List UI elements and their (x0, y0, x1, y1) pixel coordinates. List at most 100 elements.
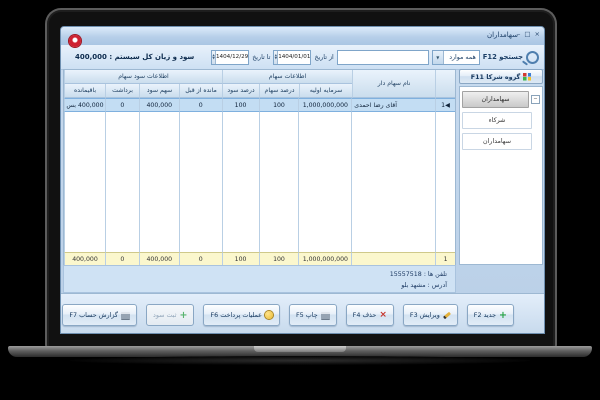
close-button[interactable]: × (535, 30, 540, 38)
filter-dropdown[interactable]: همه موارد ▼ (432, 50, 480, 65)
cell-remaining: 400,000 بس (64, 98, 105, 112)
button-label: جدید F2 (474, 311, 496, 319)
search-label: جستجو F12 (483, 53, 523, 61)
edit-button[interactable]: ویرایش F3 (403, 304, 458, 326)
row-indicator: ◀1 (435, 98, 455, 112)
cell-profit-percent: 100 (222, 98, 259, 112)
laptop-latch (254, 346, 346, 352)
search-input[interactable] (337, 50, 429, 65)
titlebar: سهامداران – □ × (61, 27, 544, 46)
column-header-name[interactable]: نام سهام دار (352, 70, 435, 98)
summary-initial-capital: 1,000,000,000 (298, 252, 351, 266)
tree-item-shareholders-root[interactable]: − سهامداران (462, 91, 540, 108)
button-label: گزارش حساب F7 (69, 311, 118, 319)
pencil-icon (443, 311, 451, 318)
laptop-shadow (70, 356, 530, 365)
printer-icon (121, 312, 130, 319)
summary-row: 1 1,000,000,000 100 100 0 400,000 0 400,… (64, 252, 455, 266)
record-indicator-icon (69, 35, 81, 47)
button-label: ثبت سود (153, 311, 177, 319)
search-icon (526, 51, 539, 64)
column-header-profit-percent[interactable]: درصد سود (222, 84, 259, 98)
summary-withdrawal: 0 (105, 252, 139, 266)
from-date-field[interactable]: 1404/01/01 ▲▼ (273, 50, 311, 65)
window-controls: – □ × (517, 30, 540, 38)
account-report-button[interactable]: گزارش حساب F7 (62, 304, 137, 326)
chevron-down-icon: ▼ (433, 51, 444, 64)
column-header-withdrawal[interactable]: برداشت (105, 84, 139, 98)
partner-groups-button[interactable]: گروه شرکا F11 (459, 69, 543, 84)
register-profit-button[interactable]: ثبت سود (146, 304, 194, 326)
table-row[interactable]: ◀1 آقای رضا احمدی 1,000,000,000 100 100 … (64, 98, 455, 112)
column-header-initial-capital[interactable]: سرمایه اولیه (299, 84, 352, 98)
from-date-label: از تاریخ (314, 54, 333, 61)
footer-toolbar: جدید F2 ویرایش F3 حذف F4 چاپ F5 عملیات پ… (61, 293, 544, 334)
address-label: آدرس : مشهد بلو (64, 280, 447, 291)
stock-info-group: اطلاعات سهام سرمایه اولیه درصد سهام درصد… (222, 70, 352, 98)
payment-operations-button[interactable]: عملیات پرداخت F6 (203, 304, 279, 326)
cell-previous-balance: 0 (179, 98, 222, 112)
spinner-icon[interactable]: ▲▼ (274, 51, 278, 64)
delete-button[interactable]: حذف F4 (346, 304, 394, 326)
grid-empty-area (64, 112, 455, 252)
column-header-remaining[interactable]: باقیمانده (64, 84, 105, 98)
shareholders-grid: نام سهام دار اطلاعات سهام سرمایه اولیه د… (63, 69, 456, 265)
minimize-button[interactable]: – (517, 30, 520, 38)
print-button[interactable]: چاپ F5 (289, 304, 337, 326)
to-date-value: 1404/12/29 (216, 54, 248, 60)
cell-shareholder-name: آقای رضا احمدی (351, 98, 435, 112)
column-header-profit-share[interactable]: سهم سود (139, 84, 179, 98)
phones-label: تلفن ها : 15557518 (64, 269, 447, 280)
collapse-icon[interactable]: − (531, 95, 540, 104)
plus-icon (499, 311, 507, 320)
plus-icon (180, 311, 188, 320)
maximize-button[interactable]: □ (524, 30, 530, 38)
group-grid-icon (523, 73, 531, 81)
tree-item-label: سهامداران (462, 133, 532, 150)
search-toolbar: سود و زیان کل سیستم : 400,000 جستجو F12 … (61, 45, 544, 70)
button-label: چاپ F5 (296, 311, 318, 319)
footer-buttons: جدید F2 ویرایش F3 حذف F4 چاپ F5 عملیات پ… (67, 304, 514, 326)
summary-name (351, 252, 435, 266)
row-indicator-header (435, 70, 455, 98)
app-window: سهامداران – □ × سود و زیان کل سیستم : 40… (60, 26, 545, 334)
column-header-share-percent[interactable]: درصد سهام (259, 84, 299, 98)
new-button[interactable]: جدید F2 (467, 304, 514, 326)
to-date-field[interactable]: 1404/12/29 ▲▼ (211, 50, 249, 65)
spinner-icon[interactable]: ▲▼ (212, 51, 216, 64)
summary-profit-percent: 100 (222, 252, 259, 266)
profit-info-group: اطلاعات سود سهام مانده از قبل سهم سود بر… (64, 70, 222, 98)
cell-initial-capital: 1,000,000,000 (298, 98, 351, 112)
payment-icon (265, 311, 273, 319)
partner-groups-sidebar: گروه شرکا F11 − سهامداران شرکاء سهامدارا… (459, 69, 543, 265)
summary-share-percent: 100 (259, 252, 299, 266)
delete-icon (379, 311, 387, 319)
tree-item-label: شرکاء (462, 112, 532, 129)
filter-selected-value: همه موارد (444, 54, 479, 61)
from-date-value: 1404/01/01 (278, 54, 310, 60)
button-label: حذف F4 (353, 311, 377, 319)
tree-item-label: سهامداران (462, 91, 529, 108)
system-profit-label: سود و زیان کل سیستم : 400,000 (75, 53, 194, 61)
partner-groups-label: گروه شرکا F11 (471, 73, 521, 81)
summary-remaining: 400,000 (64, 252, 105, 266)
groups-tree: − سهامداران شرکاء سهامداران (459, 86, 543, 265)
column-header-previous-balance[interactable]: مانده از قبل (179, 84, 222, 98)
tree-item-partners[interactable]: شرکاء (462, 112, 540, 129)
button-label: عملیات پرداخت F6 (210, 311, 261, 319)
search-cluster: جستجو F12 همه موارد ▼ از تاریخ 1404/01/0… (211, 49, 539, 65)
cell-withdrawal: 0 (105, 98, 139, 112)
summary-indicator: 1 (435, 252, 455, 266)
main-area: نام سهام دار اطلاعات سهام سرمایه اولیه د… (61, 69, 544, 265)
cell-profit-share: 400,000 (139, 98, 179, 112)
summary-profit-share: 400,000 (139, 252, 179, 266)
group-header-profit-info: اطلاعات سود سهام (64, 70, 222, 84)
cell-share-percent: 100 (259, 98, 299, 112)
to-date-label: تا تاریخ (252, 54, 270, 61)
summary-previous-balance: 0 (179, 252, 222, 266)
selected-row-info-panel: تلفن ها : 15557518 آدرس : مشهد بلو (63, 265, 456, 293)
tree-item-shareholders[interactable]: سهامداران (462, 133, 540, 150)
button-label: ویرایش F3 (410, 311, 440, 319)
group-header-stock-info: اطلاعات سهام (222, 70, 352, 84)
printer-icon (321, 312, 330, 319)
